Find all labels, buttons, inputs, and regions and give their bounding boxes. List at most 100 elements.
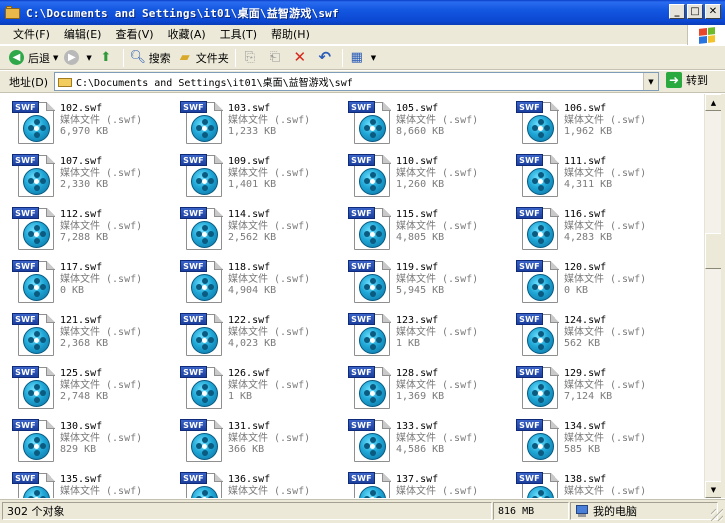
file-name: 134.swf [564,421,607,432]
file-type: 媒体文件 (.swf) [60,485,143,497]
file-item[interactable]: SWF 124.swf 媒体文件 (.swf) 562 KB [516,312,684,365]
swf-file-icon: SWF [348,418,392,464]
minimize-button[interactable]: _ [669,4,685,19]
file-item[interactable]: SWF 138.swf 媒体文件 (.swf) [516,471,684,498]
file-type: 媒体文件 (.swf) [396,432,479,444]
address-value[interactable]: C:\Documents and Settings\it01\桌面\益智游戏\s… [76,74,353,89]
file-type: 媒体文件 (.swf) [228,114,311,126]
maximize-button[interactable]: □ [687,4,703,19]
scroll-down-button[interactable]: ▼ [705,481,722,498]
file-size: 585 KB [564,444,601,455]
file-item[interactable]: SWF 114.swf 媒体文件 (.swf) 2,562 KB [180,206,348,259]
file-item[interactable]: SWF 111.swf 媒体文件 (.swf) 4,311 KB [516,153,684,206]
file-type: 媒体文件 (.swf) [396,273,479,285]
file-item[interactable]: SWF 116.swf 媒体文件 (.swf) 4,283 KB [516,206,684,259]
menu-tools[interactable]: 工具(T) [213,26,264,44]
scroll-thumb[interactable] [705,233,722,269]
up-folder-icon: ⬆ [100,50,112,65]
menu-favorites[interactable]: 收藏(A) [161,26,213,44]
file-item[interactable]: SWF 103.swf 媒体文件 (.swf) 1,233 KB [180,100,348,153]
file-type: 媒体文件 (.swf) [396,114,479,126]
scroll-up-button[interactable]: ▲ [705,94,722,111]
forward-dropdown-icon[interactable]: ▼ [86,54,91,62]
my-computer-icon [575,505,589,517]
file-item[interactable]: SWF 128.swf 媒体文件 (.swf) 1,369 KB [348,365,516,418]
resize-grip[interactable] [711,509,723,521]
file-item[interactable]: SWF 117.swf 媒体文件 (.swf) 0 KB [12,259,180,312]
file-item[interactable]: SWF 102.swf 媒体文件 (.swf) 6,970 KB [12,100,180,153]
file-name: 131.swf [228,421,271,432]
file-size: 2,330 KB [60,179,109,190]
file-item[interactable]: SWF 115.swf 媒体文件 (.swf) 4,805 KB [348,206,516,259]
file-type: 媒体文件 (.swf) [228,326,311,338]
move-to-button[interactable]: ⎘ [239,47,264,69]
file-item[interactable]: SWF 120.swf 媒体文件 (.swf) 0 KB [516,259,684,312]
vertical-scrollbar[interactable]: ▲ ▼ [704,94,722,498]
address-dropdown-icon[interactable]: ▼ [643,73,658,90]
file-item[interactable]: SWF 122.swf 媒体文件 (.swf) 4,023 KB [180,312,348,365]
menu-help[interactable]: 帮助(H) [264,26,317,44]
go-button[interactable]: ➜ 转到 [666,72,708,88]
address-input[interactable]: C:\Documents and Settings\it01\桌面\益智游戏\s… [54,72,659,91]
file-item[interactable]: SWF 135.swf 媒体文件 (.swf) [12,471,180,498]
file-size: 4,311 KB [564,179,613,190]
file-name: 102.swf [60,103,103,114]
file-item[interactable]: SWF 107.swf 媒体文件 (.swf) 2,330 KB [12,153,180,206]
file-size: 7,288 KB [60,232,109,243]
file-size: 1 KB [396,338,421,349]
swf-file-icon: SWF [12,206,56,252]
file-name: 136.swf [228,474,271,485]
menu-view[interactable]: 查看(V) [108,26,160,44]
file-name: 124.swf [564,315,607,326]
menu-file[interactable]: 文件(F) [6,26,57,44]
up-button[interactable]: ⬆ [95,47,120,69]
file-name: 123.swf [396,315,439,326]
file-item[interactable]: SWF 136.swf 媒体文件 (.swf) [180,471,348,498]
file-name: 137.swf [396,474,439,485]
title-bar[interactable]: C:\Documents and Settings\it01\桌面\益智游戏\s… [0,0,725,25]
file-item[interactable]: SWF 129.swf 媒体文件 (.swf) 7,124 KB [516,365,684,418]
file-type: 媒体文件 (.swf) [60,273,143,285]
search-icon: 🔍︎ [129,50,147,65]
views-dropdown-icon[interactable]: ▼ [371,54,376,62]
back-button[interactable]: ◀ 后退 ▼ [6,47,61,69]
copy-to-button[interactable]: ⎗ [264,47,289,69]
file-item[interactable]: SWF 119.swf 媒体文件 (.swf) 5,945 KB [348,259,516,312]
file-type: 媒体文件 (.swf) [228,220,311,232]
file-item[interactable]: SWF 125.swf 媒体文件 (.swf) 2,748 KB [12,365,180,418]
back-dropdown-icon[interactable]: ▼ [53,54,58,62]
file-item[interactable]: SWF 105.swf 媒体文件 (.swf) 8,660 KB [348,100,516,153]
file-item[interactable]: SWF 118.swf 媒体文件 (.swf) 4,904 KB [180,259,348,312]
search-button[interactable]: 🔍︎ 搜索 [127,47,174,69]
file-type: 媒体文件 (.swf) [396,220,479,232]
file-size: 5,945 KB [396,285,445,296]
file-item[interactable]: SWF 112.swf 媒体文件 (.swf) 7,288 KB [12,206,180,259]
file-item[interactable]: SWF 126.swf 媒体文件 (.swf) 1 KB [180,365,348,418]
back-arrow-icon: ◀ [9,50,24,65]
delete-button[interactable]: ✕ [289,47,314,69]
views-button[interactable]: ▦ ▼ [346,47,379,69]
file-type: 媒体文件 (.swf) [228,432,311,444]
file-name: 125.swf [60,368,103,379]
swf-file-icon: SWF [516,471,560,498]
file-list-view[interactable]: SWF 102.swf 媒体文件 (.swf) 6,970 KB SWF 103.swf 媒… [0,94,704,498]
folders-button[interactable]: ▰ 文件夹 [174,47,232,69]
file-item[interactable]: SWF 106.swf 媒体文件 (.swf) 1,962 KB [516,100,684,153]
file-item[interactable]: SWF 130.swf 媒体文件 (.swf) 829 KB [12,418,180,471]
window-controls: _ □ ✕ [669,4,721,19]
toolbar-separator [234,48,236,67]
file-item[interactable]: SWF 110.swf 媒体文件 (.swf) 1,260 KB [348,153,516,206]
menu-edit[interactable]: 编辑(E) [57,26,109,44]
forward-button[interactable]: ▶ ▼ [61,47,94,69]
undo-button[interactable]: ↶ [314,47,339,69]
file-item[interactable]: SWF 109.swf 媒体文件 (.swf) 1,401 KB [180,153,348,206]
file-item[interactable]: SWF 123.swf 媒体文件 (.swf) 1 KB [348,312,516,365]
file-item[interactable]: SWF 134.swf 媒体文件 (.swf) 585 KB [516,418,684,471]
file-item[interactable]: SWF 133.swf 媒体文件 (.swf) 4,586 KB [348,418,516,471]
file-item[interactable]: SWF 131.swf 媒体文件 (.swf) 366 KB [180,418,348,471]
close-button[interactable]: ✕ [705,4,721,19]
swf-file-icon: SWF [180,418,224,464]
status-bar: 302 个对象 816 MB 我的电脑 [0,499,725,523]
file-item[interactable]: SWF 121.swf 媒体文件 (.swf) 2,368 KB [12,312,180,365]
file-item[interactable]: SWF 137.swf 媒体文件 (.swf) [348,471,516,498]
